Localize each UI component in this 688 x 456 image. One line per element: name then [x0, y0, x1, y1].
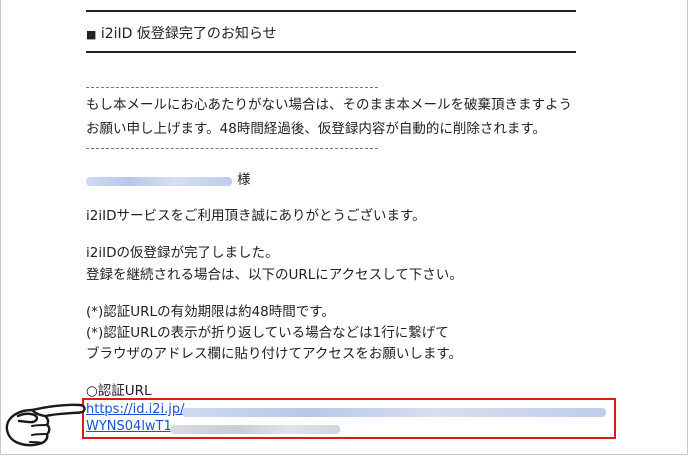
- redacted-email-address: [86, 177, 232, 186]
- pointing-hand-icon: [2, 396, 88, 450]
- note-1: (*)認証URLの有効期限は約48時間です。: [86, 304, 335, 320]
- recipient-suffix: 様: [237, 172, 251, 188]
- notice-line-2: お願い申し上げます。48時間経過後、仮登録内容が自動的に削除されます。: [86, 121, 546, 137]
- notice-dash-top: [86, 87, 378, 88]
- subject-marker: ■: [86, 28, 97, 41]
- subject-text: i2iID 仮登録完了のお知らせ: [100, 26, 277, 42]
- subject-rule: [86, 51, 576, 53]
- body-line-1: i2iIDの仮登録が完了しました。: [86, 245, 279, 261]
- note-3: ブラウザのアドレス欄に貼り付けてアクセスをお願いします。: [86, 346, 462, 362]
- body-line-2: 登録を継続される場合は、以下のURLにアクセスして下さい。: [86, 267, 463, 283]
- notice-line-1: もし本メールにお心あたりがない場合は、そのまま本メールを破棄頂きますよう: [86, 97, 572, 113]
- top-rule: [86, 10, 576, 12]
- note-2: (*)認証URLの表示が折り返している場合などは1行に繋げて: [86, 325, 449, 341]
- thanks-text: i2iIDサービスをご利用頂き誠にありがとうございます。: [86, 208, 426, 224]
- url-highlight-box: [82, 398, 616, 439]
- notice-dash-bottom: [86, 148, 378, 149]
- email-subject: ■ i2iID 仮登録完了のお知らせ: [86, 23, 277, 43]
